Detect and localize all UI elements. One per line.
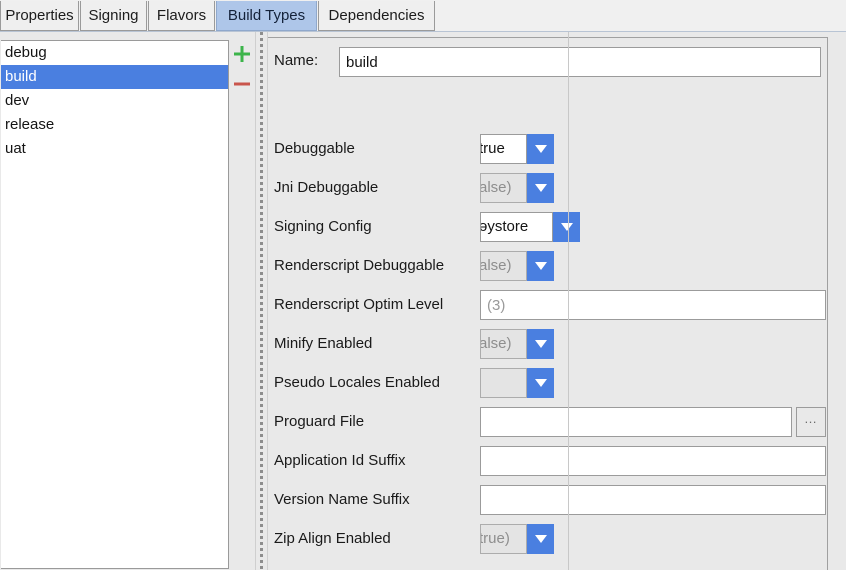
field-row-renderscript-debuggable: Renderscript Debuggable alse) bbox=[274, 251, 826, 283]
tab-label: Build Types bbox=[228, 7, 305, 24]
list-item[interactable]: dev bbox=[1, 89, 228, 113]
field-row-proguard-file: Proguard File … bbox=[274, 407, 826, 439]
combo-zip-align-enabled[interactable]: true) bbox=[480, 524, 554, 554]
field-row-signing-config: Signing Config ǝystore bbox=[274, 212, 826, 244]
minus-icon bbox=[232, 74, 252, 94]
splitter-grip-dots bbox=[260, 32, 263, 570]
tab-signing[interactable]: Signing bbox=[80, 1, 147, 31]
tab-label: Dependencies bbox=[329, 7, 425, 24]
combo-pseudo-locales-enabled[interactable] bbox=[480, 368, 554, 398]
field-label-version-name-suffix: Version Name Suffix bbox=[274, 491, 410, 508]
combo-value-renderscript-debuggable[interactable]: alse) bbox=[480, 251, 527, 281]
combo-value-debuggable[interactable]: true bbox=[480, 134, 527, 164]
chevron-down-icon[interactable] bbox=[527, 134, 554, 164]
combo-debuggable[interactable]: true bbox=[480, 134, 554, 164]
tab-properties[interactable]: Properties bbox=[0, 1, 79, 31]
field-label-pseudo-locales-enabled: Pseudo Locales Enabled bbox=[274, 374, 440, 391]
tab-label: Properties bbox=[5, 7, 73, 24]
combo-value-jni-debuggable[interactable]: alse) bbox=[480, 173, 527, 203]
tab-build-types[interactable]: Build Types bbox=[216, 1, 317, 31]
field-row-version-name-suffix: Version Name Suffix bbox=[274, 485, 826, 517]
tab-flavors[interactable]: Flavors bbox=[148, 1, 215, 31]
input-proguard-file[interactable] bbox=[480, 407, 792, 437]
field-row-application-id-suffix: Application Id Suffix bbox=[274, 446, 826, 478]
input-renderscript-optim-level[interactable] bbox=[480, 290, 826, 320]
tab-label: Flavors bbox=[157, 7, 206, 24]
panel-right-edge bbox=[568, 32, 569, 570]
chevron-down-icon[interactable] bbox=[527, 524, 554, 554]
build-types-list[interactable]: debugbuilddevreleaseuat bbox=[1, 40, 229, 569]
panel-splitter[interactable] bbox=[255, 32, 268, 570]
field-row-pseudo-locales-enabled: Pseudo Locales Enabled bbox=[274, 368, 826, 400]
tab-bar: Properties Signing Flavors Build Types Depen… bbox=[0, 0, 846, 32]
field-row-debuggable: Debuggable true bbox=[274, 134, 826, 166]
build-type-detail-panel: Name: Debuggable true Jni Debuggable alse) S… bbox=[268, 32, 846, 570]
chevron-down-icon[interactable] bbox=[527, 173, 554, 203]
name-input[interactable] bbox=[339, 47, 821, 77]
list-item[interactable]: release bbox=[1, 113, 228, 137]
name-row: Name: bbox=[274, 47, 822, 77]
chevron-down-icon[interactable] bbox=[527, 251, 554, 281]
field-label-minify-enabled: Minify Enabled bbox=[274, 335, 372, 352]
list-item[interactable]: build bbox=[1, 65, 228, 89]
field-row-renderscript-optim-level: Renderscript Optim Level bbox=[274, 290, 826, 322]
combo-value-minify-enabled[interactable]: alse) bbox=[480, 329, 527, 359]
field-label-signing-config: Signing Config bbox=[274, 218, 372, 235]
browse-button-proguard-file[interactable]: … bbox=[796, 407, 826, 437]
field-label-application-id-suffix: Application Id Suffix bbox=[274, 452, 405, 469]
field-label-renderscript-debuggable: Renderscript Debuggable bbox=[274, 257, 444, 274]
field-label-zip-align-enabled: Zip Align Enabled bbox=[274, 530, 391, 547]
list-toolbar bbox=[229, 32, 255, 570]
field-row-minify-enabled: Minify Enabled alse) bbox=[274, 329, 826, 361]
build-types-list-panel: debugbuilddevreleaseuat bbox=[0, 32, 229, 570]
list-item[interactable]: uat bbox=[1, 137, 228, 161]
input-version-name-suffix[interactable] bbox=[480, 485, 826, 515]
tab-dependencies[interactable]: Dependencies bbox=[318, 1, 435, 31]
tab-label: Signing bbox=[88, 7, 138, 24]
combo-value-signing-config[interactable]: ǝystore bbox=[480, 212, 553, 242]
chevron-down-icon[interactable] bbox=[553, 212, 580, 242]
field-label-debuggable: Debuggable bbox=[274, 140, 355, 157]
combo-minify-enabled[interactable]: alse) bbox=[480, 329, 554, 359]
combo-renderscript-debuggable[interactable]: alse) bbox=[480, 251, 554, 281]
plus-icon bbox=[232, 44, 252, 64]
add-build-type-button[interactable] bbox=[232, 44, 252, 64]
input-application-id-suffix[interactable] bbox=[480, 446, 826, 476]
field-label-jni-debuggable: Jni Debuggable bbox=[274, 179, 378, 196]
combo-jni-debuggable[interactable]: alse) bbox=[480, 173, 554, 203]
combo-value-pseudo-locales-enabled[interactable] bbox=[480, 368, 527, 398]
chevron-down-icon[interactable] bbox=[527, 368, 554, 398]
remove-build-type-button[interactable] bbox=[232, 74, 252, 94]
combo-signing-config[interactable]: ǝystore bbox=[480, 212, 580, 242]
list-item[interactable]: debug bbox=[1, 41, 228, 65]
combo-value-zip-align-enabled[interactable]: true) bbox=[480, 524, 527, 554]
name-label: Name: bbox=[274, 52, 318, 69]
field-row-zip-align-enabled: Zip Align Enabled true) bbox=[274, 524, 826, 556]
field-label-proguard-file: Proguard File bbox=[274, 413, 364, 430]
build-type-form: Name: Debuggable true Jni Debuggable alse) S… bbox=[268, 37, 828, 570]
chevron-down-icon[interactable] bbox=[527, 329, 554, 359]
field-row-jni-debuggable: Jni Debuggable alse) bbox=[274, 173, 826, 205]
field-label-renderscript-optim-level: Renderscript Optim Level bbox=[274, 296, 443, 313]
